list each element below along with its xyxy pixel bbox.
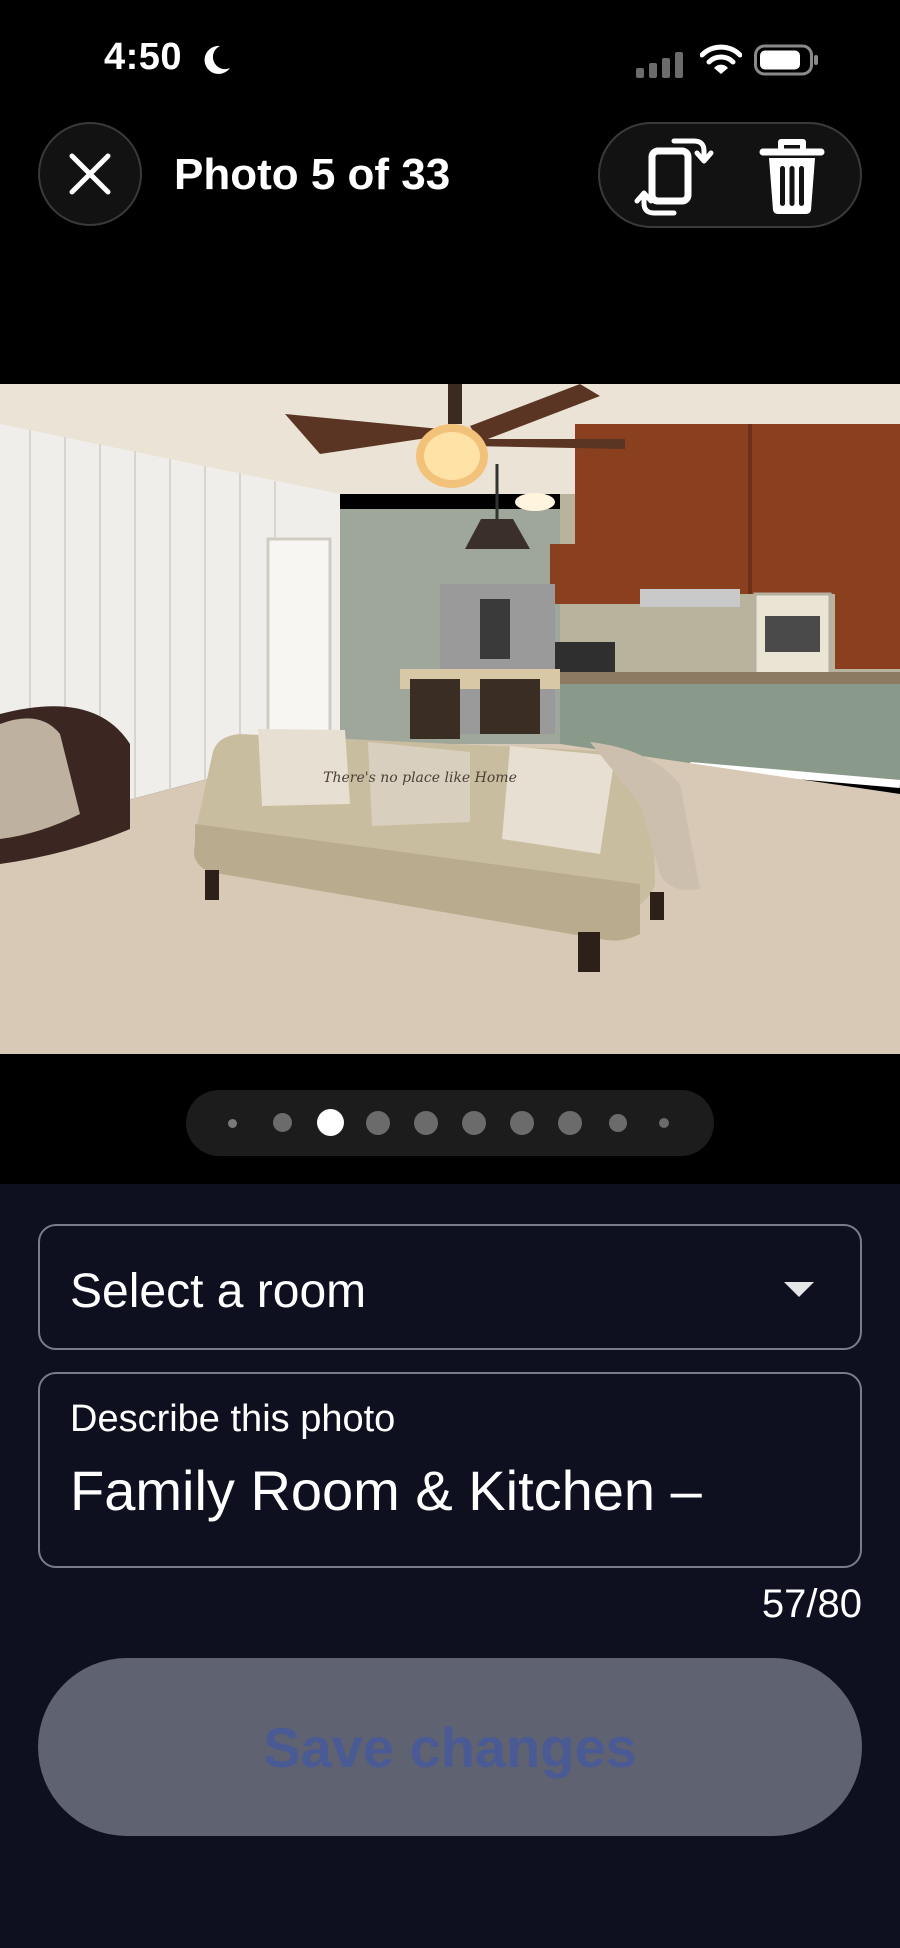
photo-pager [186,1090,714,1156]
pager-dot[interactable] [609,1114,627,1132]
pager-dot[interactable] [510,1111,534,1135]
listing-photo[interactable]: There's no place like Home [0,384,900,1054]
signal-icon [636,52,683,78]
chevron-down-icon [784,1282,814,1297]
description-input[interactable]: Family Room & Kitchen – [70,1458,702,1523]
pager-dot[interactable] [273,1113,292,1132]
pager-dot[interactable] [659,1118,669,1128]
wifi-icon [700,44,742,74]
save-changes-label: Save changes [263,1715,637,1779]
pager-dot[interactable] [414,1111,438,1135]
close-button[interactable] [38,122,142,226]
photo-details-panel: Select a room Describe this photo Family… [0,1184,900,1948]
rotate-icon [634,138,714,216]
room-select[interactable]: Select a room [38,1224,862,1350]
description-label: Describe this photo [70,1398,396,1440]
save-changes-button[interactable]: Save changes [38,1658,862,1836]
page-title: Photo 5 of 33 [174,150,451,199]
battery-icon [754,44,818,76]
status-bar: 4:50 [0,0,900,120]
pager-dot[interactable] [462,1111,486,1135]
delete-button[interactable] [750,132,834,220]
photo-actions [598,122,862,228]
pager-dot[interactable] [558,1111,582,1135]
room-select-value: Select a room [70,1265,367,1318]
status-time: 4:50 [104,36,183,78]
character-count: 57/80 [761,1582,862,1626]
pager-dot[interactable] [228,1119,237,1128]
pager-dot[interactable] [366,1111,390,1135]
rotate-button[interactable] [632,132,716,220]
close-icon [69,153,111,195]
pillow-text: There's no place like Home [323,770,517,786]
description-field[interactable]: Describe this photo Family Room & Kitche… [38,1372,862,1568]
trash-icon [759,139,825,214]
moon-icon [204,45,230,74]
pager-dot-active[interactable] [317,1109,344,1136]
listing-photo-image: There's no place like Home [0,384,900,1054]
photo-editor-screen: 4:50 Photo 5 of 33 There's no place like… [0,0,900,1948]
